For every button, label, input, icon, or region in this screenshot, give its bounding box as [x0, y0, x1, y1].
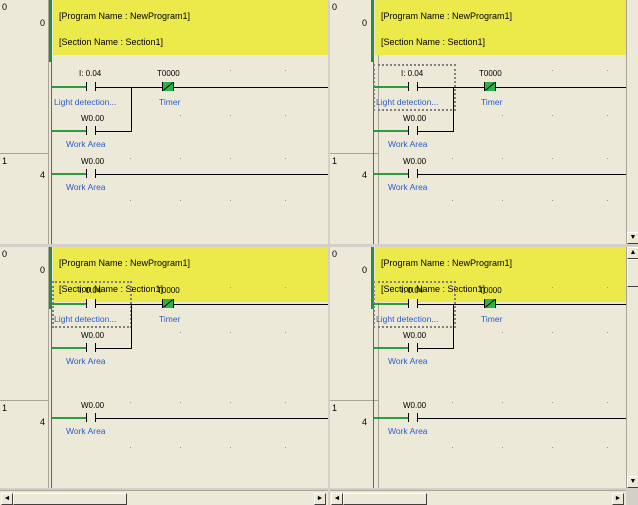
step-number: 4: [362, 417, 368, 427]
contact-comment: Work Area: [66, 356, 106, 366]
coil-address: T0000: [157, 69, 180, 78]
right-arrow-icon: ►: [614, 495, 622, 502]
down-arrow-icon: ▼: [629, 234, 637, 241]
right-arrow-icon: ►: [316, 495, 324, 502]
step-number: 0: [40, 265, 46, 275]
contact-address: W0.00: [403, 114, 427, 123]
down-arrow-icon: ▼: [629, 478, 637, 485]
scroll-thumb[interactable]: [13, 493, 127, 505]
ladder-pane-top-left[interactable]: 0 0 1 4 [Program Name : NewProgram1] [Se…: [0, 0, 328, 244]
power-rail: [371, 0, 374, 62]
contact-comment: Work Area: [388, 182, 428, 192]
scroll-up-button[interactable]: ▲: [627, 247, 638, 259]
contact-address: W0.00: [403, 401, 427, 410]
step-number: 4: [40, 417, 46, 427]
step-number: 4: [362, 170, 368, 180]
coil-comment: Timer: [481, 97, 503, 107]
contact-address: W0.00: [81, 401, 105, 410]
vertical-scrollbar-bottom[interactable]: ▲ ▼: [626, 247, 638, 488]
scroll-left-button[interactable]: ◄: [1, 493, 13, 505]
rung-gutter: 0 0 1 4: [0, 0, 49, 244]
vertical-scrollbar-top[interactable]: ▼: [626, 0, 638, 244]
rung-number: 0: [2, 2, 8, 12]
coil-address: T0000: [479, 69, 502, 78]
contact-address: W0.00: [81, 157, 105, 166]
program-header: [Program Name : NewProgram1] [Section Na…: [375, 0, 626, 55]
section-name: [Section Name : Section1]: [381, 37, 486, 47]
program-name: [Program Name : NewProgram1]: [59, 258, 191, 268]
ladder-pane-bottom-left[interactable]: 0 0 1 4 [Program Name : NewProgram1] [Se…: [0, 247, 328, 488]
up-arrow-icon: ▲: [629, 249, 637, 256]
program-name: [Program Name : NewProgram1]: [59, 11, 191, 21]
ladder-pane-bottom-right[interactable]: 0 0 1 4 [Program Name : NewProgram1] [Se…: [330, 247, 626, 488]
scroll-down-button[interactable]: ▼: [627, 232, 638, 244]
contact-address: W0.00: [403, 331, 427, 340]
contact-comment: Work Area: [66, 426, 106, 436]
program-header: [Program Name : NewProgram1] [Section Na…: [53, 0, 328, 55]
program-name: [Program Name : NewProgram1]: [381, 258, 513, 268]
contact-address: W0.00: [81, 331, 105, 340]
horizontal-scrollbar-right[interactable]: ◄ ►: [330, 490, 626, 505]
rung-number: 0: [2, 249, 8, 259]
scroll-thumb[interactable]: [627, 259, 638, 287]
contact-address: I: 0.04: [401, 69, 424, 78]
contact-comment: Work Area: [388, 356, 428, 366]
rung-number: 1: [332, 403, 338, 413]
contact-comment: Work Area: [66, 139, 106, 149]
left-arrow-icon: ◄: [3, 495, 11, 502]
left-arrow-icon: ◄: [333, 495, 341, 502]
scroll-down-button[interactable]: ▼: [627, 476, 638, 488]
coil-comment: Timer: [159, 314, 181, 324]
coil-comment: Timer: [159, 97, 181, 107]
rung-number: 1: [332, 156, 338, 166]
rung-gutter: 0 0 1 4: [0, 247, 49, 488]
coil-address: T0000: [157, 286, 180, 295]
section-name: [Section Name : Section1]: [59, 37, 164, 47]
power-rail: [49, 0, 52, 62]
scroll-right-button[interactable]: ►: [612, 493, 624, 505]
program-name: [Program Name : NewProgram1]: [381, 11, 513, 21]
contact-address: I: 0.04: [79, 69, 102, 78]
coil-comment: Timer: [481, 314, 503, 324]
contact-comment: Light detection...: [376, 97, 439, 107]
contact-comment: Work Area: [388, 426, 428, 436]
scroll-right-button[interactable]: ►: [314, 493, 326, 505]
contact-comment: Work Area: [66, 182, 106, 192]
contact-comment: Light detection...: [54, 97, 117, 107]
rung-number: 1: [2, 403, 8, 413]
coil-address: T0000: [479, 286, 502, 295]
scroll-left-button[interactable]: ◄: [331, 493, 343, 505]
contact-address: W0.00: [403, 157, 427, 166]
step-number: 0: [362, 18, 368, 28]
scroll-thumb[interactable]: [343, 493, 427, 505]
contact-address: I: 0.04: [401, 286, 424, 295]
contact-address: W0.00: [81, 114, 105, 123]
contact-comment: Work Area: [388, 139, 428, 149]
step-number: 4: [40, 170, 46, 180]
horizontal-scrollbar-left[interactable]: ◄ ►: [0, 490, 328, 505]
step-number: 0: [40, 18, 46, 28]
contact-address: I: 0.04: [79, 286, 102, 295]
rung-number: 0: [332, 249, 338, 259]
ladder-pane-top-right[interactable]: 0 0 1 4 [Program Name : NewProgram1] [Se…: [330, 0, 626, 244]
contact-comment: Light detection...: [376, 314, 439, 324]
rung-number: 1: [2, 156, 8, 166]
rung-number: 0: [332, 2, 338, 12]
contact-comment: Light detection...: [54, 314, 117, 324]
step-number: 0: [362, 265, 368, 275]
